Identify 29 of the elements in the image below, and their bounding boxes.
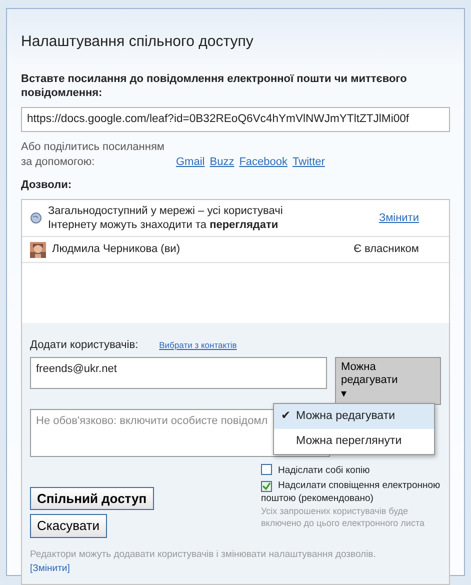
share-button[interactable]: Спільний доступ (30, 486, 154, 510)
add-people-label: Додати користувачів: (30, 338, 138, 353)
share-link[interactable]: Gmail (176, 154, 205, 170)
footer-text: Редактори можуть додавати користувачів і змінювати налаштування дозволів. (30, 548, 376, 560)
hint-text: Усіх запрошених користувачів буде включено до цього електронного листа (261, 504, 426, 530)
dialog-title: Налаштування спільного доступу (21, 32, 254, 52)
checkbox-option[interactable]: Надіслати собі копію (261, 464, 441, 478)
field-label: Вставте посилання до повідомлення електронної пошти чи миттєвого повідомлення: (21, 72, 408, 102)
checkbox-option[interactable]: Надсилати сповіщення електронною поштою (рекомендовано) (261, 480, 441, 505)
permissions-label: Дозволи: (21, 178, 72, 193)
footer-link[interactable]: [Змінити] (30, 563, 70, 574)
globe-icon (30, 212, 42, 224)
share-text: Або поділитись посиланням за допомогою: (21, 140, 166, 170)
change-link[interactable]: Змінити (378, 210, 419, 226)
visibility-text: Загальнодоступний у мережі – усі користувачі Інтернету можуть знаходити та переглядати (48, 204, 284, 232)
email-field[interactable]: freends@ukr.net (30, 357, 327, 390)
menu-item[interactable]: ✔ Можна редагувати (274, 404, 434, 429)
check-icon: ✔ (281, 408, 291, 425)
share-link[interactable]: Facebook (239, 154, 288, 170)
share-link[interactable]: Twitter (292, 154, 325, 170)
person-name: Людмила Черникова (ви) (52, 242, 180, 258)
contacts-link[interactable]: Вибрати з контактів (159, 338, 237, 352)
share-link[interactable]: Buzz (210, 154, 234, 170)
role-text: Є власником (354, 242, 419, 258)
checkbox[interactable] (261, 464, 272, 475)
cancel-button[interactable]: Скасувати (30, 514, 107, 538)
role-dropdown[interactable]: Можна редагувати ▾ (335, 357, 441, 405)
url-field[interactable]: https://docs.google.com/leaf?id=0B32REoQ6Vc4hYmVlNWJmYTltZTJlMi00f (21, 107, 450, 132)
checkbox[interactable] (261, 481, 272, 492)
